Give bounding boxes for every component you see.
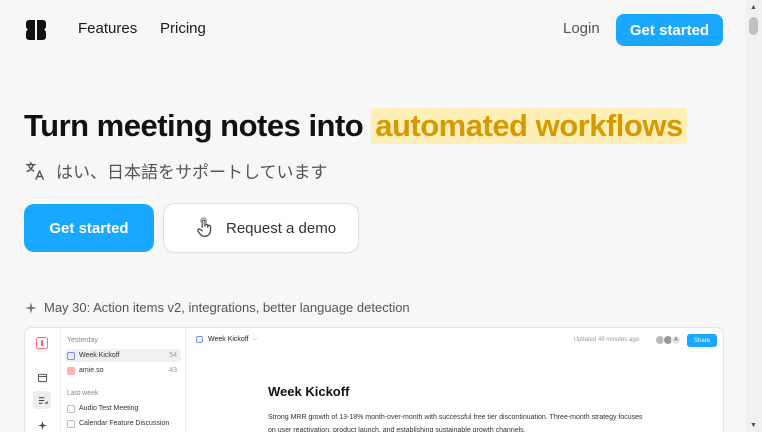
hero-title-highlight: automated workflows [371,108,687,144]
scrollbar-thumb[interactable] [749,17,758,35]
language-support-text: はい、日本語をサポートしています [56,163,328,182]
meeting-icon [67,366,75,375]
sidebar-item[interactable]: Week Kickoff 54 [65,349,181,362]
sidebar-item[interactable]: Calendar Feature Discussion [65,417,181,430]
preview-main-pane: Week Kickoff ⌵ Updated 49 minutes ago A … [186,328,723,432]
sidebar-group-last-week: Last week [67,390,99,397]
avatar: A [671,335,681,345]
sidebar-group-yesterday: Yesterday [67,337,98,344]
doc-heading: Week Kickoff [268,384,350,399]
calendar-icon[interactable] [35,370,49,384]
sidebar-item-count: 54 [169,352,177,359]
scroll-down-arrow-icon[interactable]: ▼ [745,418,762,432]
sidebar-item-label: Week Kickoff [79,352,120,359]
sidebar-item-count: 43 [169,367,177,374]
app-preview: Yesterday Week Kickoff 54 amie.so 43 Las… [24,327,724,432]
nav-features-link[interactable]: Features [78,20,137,37]
nav-pricing-link[interactable]: Pricing [160,20,206,37]
login-link[interactable]: Login [563,20,600,37]
meeting-icon [196,336,203,343]
meeting-icon [67,419,75,428]
sidebar-item[interactable]: Audio Test Meeting [65,402,181,415]
sidebar-item-label: Calendar Feature Discussion [79,420,170,427]
doc-tab[interactable]: Week Kickoff ⌵ [196,336,257,343]
scroll-up-arrow-icon[interactable]: ▲ [745,0,762,14]
app-logo-icon [35,336,49,350]
sparkle-icon[interactable] [35,418,49,432]
avatar-group[interactable]: A [655,335,681,345]
doc-body: Strong MRR growth of 13-18% month-over-m… [268,414,643,432]
top-nav: Features Pricing Login Get started [0,0,745,60]
doc-tab-label: Week Kickoff [208,336,249,343]
nav-get-started-button[interactable]: Get started [616,14,723,46]
announcement-text: May 30: Action items v2, integrations, b… [44,300,410,315]
share-button[interactable]: Share [687,334,717,347]
pointer-hand-icon [197,217,212,237]
request-demo-button[interactable]: Request a demo [163,203,359,253]
language-support-line: はい、日本語をサポートしています [24,158,328,183]
hero-title: Turn meeting notes into automated workfl… [24,108,687,144]
preview-icon-rail [25,328,61,432]
tasks-icon[interactable] [33,391,51,409]
hero-title-plain: Turn meeting notes into [24,108,364,143]
sidebar-item-label: Audio Test Meeting [79,405,139,412]
sparkle-icon [25,301,37,314]
page-scrollbar[interactable]: ▲ ▼ [745,0,762,432]
meeting-icon [67,404,75,413]
meeting-icon [67,351,75,360]
request-demo-label: Request a demo [226,219,337,237]
updated-timestamp: Updated 49 minutes ago [573,337,639,343]
translate-icon [26,161,44,180]
sidebar-item-label: amie.so [79,367,104,374]
announcement-line[interactable]: May 30: Action items v2, integrations, b… [24,300,410,315]
sidebar-item[interactable]: amie.so 43 [65,364,181,377]
logo-icon[interactable] [24,18,48,42]
hero-get-started-button[interactable]: Get started [24,204,154,252]
chevron-down-icon: ⌵ [252,336,258,342]
preview-sidebar: Yesterday Week Kickoff 54 amie.so 43 Las… [61,328,186,432]
